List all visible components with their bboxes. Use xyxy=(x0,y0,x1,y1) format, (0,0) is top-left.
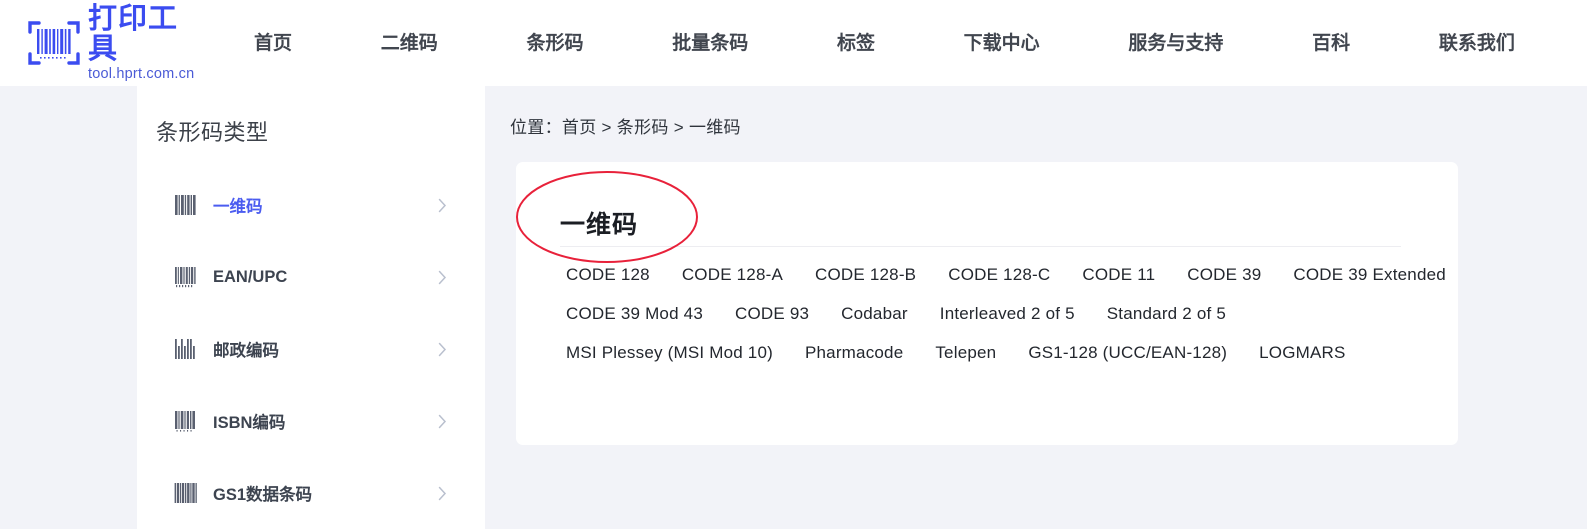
page-title: 一维码 xyxy=(560,211,639,239)
link-row: CODE 128 CODE 128-A CODE 128-B CODE 128-… xyxy=(550,265,1446,285)
chevron-right-icon xyxy=(438,198,447,212)
barcode-link-standard-2-of-5[interactable]: Standard 2 of 5 xyxy=(1107,304,1226,324)
barcode-link-code-11[interactable]: CODE 11 xyxy=(1082,265,1155,285)
sidebar-item-postal-code[interactable]: 邮政编码 xyxy=(137,313,485,385)
sidebar-title: 条形码类型 xyxy=(156,120,269,145)
barcode-link-code-128-b[interactable]: CODE 128-B xyxy=(815,265,916,285)
chevron-right-icon xyxy=(438,486,447,500)
sidebar-item-gs1-databar[interactable]: GS1数据条码 xyxy=(137,457,485,529)
content-card: 一维码 CODE 128 CODE 128-A CODE 128-B CODE … xyxy=(516,162,1458,445)
page-root: 打印工具 tool.hprt.com.cn 首页 二维码 条形码 批量条码 标签… xyxy=(0,0,1587,529)
sidebar-item-label: EAN/UPC xyxy=(213,267,288,286)
sidebar: 条形码类型 一维码 EAN/UPC 邮政编码 ISBN编码 GS1数据条码 xyxy=(137,86,485,529)
barcode-icon xyxy=(175,411,195,432)
barcode-link-code-128[interactable]: CODE 128 xyxy=(566,265,650,285)
postal-barcode-icon xyxy=(175,339,195,359)
nav-item-label[interactable]: 标签 xyxy=(837,34,875,53)
barcode-icon xyxy=(175,195,196,215)
sidebar-item-label: ISBN编码 xyxy=(213,414,286,432)
site-header: 打印工具 tool.hprt.com.cn 首页 二维码 条形码 批量条码 标签… xyxy=(0,0,1587,86)
nav-item-encyclopedia[interactable]: 百科 xyxy=(1312,34,1350,53)
nav-item-contact-us[interactable]: 联系我们 xyxy=(1439,34,1515,53)
sidebar-item-isbn-code[interactable]: ISBN编码 xyxy=(137,385,485,457)
title-divider xyxy=(560,246,1401,247)
barcode-type-links: CODE 128 CODE 128-A CODE 128-B CODE 128-… xyxy=(550,265,1446,382)
site-logo[interactable]: 打印工具 tool.hprt.com.cn xyxy=(26,2,206,83)
barcode-link-code-128-a[interactable]: CODE 128-A xyxy=(682,265,783,285)
sidebar-item-ean-upc[interactable]: EAN/UPC xyxy=(137,241,485,313)
sidebar-item-list: 一维码 EAN/UPC 邮政编码 ISBN编码 GS1数据条码 xyxy=(137,169,485,529)
barcode-link-code-39-mod-43[interactable]: CODE 39 Mod 43 xyxy=(566,304,703,324)
sidebar-item-label: GS1数据条码 xyxy=(213,486,313,504)
main-navigation: 首页 二维码 条形码 批量条码 标签 下载中心 服务与支持 百科 联系我们 xyxy=(254,0,1587,86)
nav-item-batch-barcode[interactable]: 批量条码 xyxy=(672,34,748,53)
sidebar-item-label: 一维码 xyxy=(213,198,263,216)
nav-item-home[interactable]: 首页 xyxy=(254,34,292,53)
barcode-link-codabar[interactable]: Codabar xyxy=(841,304,908,324)
sidebar-item-1d-barcode[interactable]: 一维码 xyxy=(137,169,485,241)
link-row: CODE 39 Mod 43 CODE 93 Codabar Interleav… xyxy=(550,304,1430,324)
nav-item-barcode[interactable]: 条形码 xyxy=(526,34,583,53)
nav-item-service-support[interactable]: 服务与支持 xyxy=(1128,34,1223,53)
nav-item-qrcode[interactable]: 二维码 xyxy=(381,34,438,53)
barcode-link-code-39[interactable]: CODE 39 xyxy=(1187,265,1261,285)
nav-item-download-center[interactable]: 下载中心 xyxy=(964,34,1040,53)
barcode-link-logmars[interactable]: LOGMARS xyxy=(1259,343,1345,363)
barcode-icon xyxy=(175,267,196,288)
barcode-icon xyxy=(174,483,197,503)
barcode-scan-frame-icon xyxy=(28,21,80,65)
logo-subtitle: tool.hprt.com.cn xyxy=(88,66,195,83)
barcode-link-telepen[interactable]: Telepen xyxy=(935,343,996,363)
sidebar-item-label: 邮政编码 xyxy=(213,342,279,360)
logo-title: 打印工具 xyxy=(88,2,179,65)
barcode-link-code-39-extended[interactable]: CODE 39 Extended xyxy=(1293,265,1446,285)
barcode-link-code-128-c[interactable]: CODE 128-C xyxy=(948,265,1050,285)
barcode-link-code-93[interactable]: CODE 93 xyxy=(735,304,809,324)
link-row: MSI Plessey (MSI Mod 10) Pharmacode Tele… xyxy=(550,343,1430,363)
chevron-right-icon xyxy=(438,270,447,284)
chevron-right-icon xyxy=(438,414,447,428)
breadcrumb: 位置：首页 > 条形码 > 一维码 xyxy=(510,118,741,137)
logo-text-block: 打印工具 tool.hprt.com.cn xyxy=(88,2,206,83)
barcode-link-msi-plessey[interactable]: MSI Plessey (MSI Mod 10) xyxy=(566,343,773,363)
chevron-right-icon xyxy=(438,342,447,356)
barcode-link-pharmacode[interactable]: Pharmacode xyxy=(805,343,903,363)
barcode-link-interleaved-2-of-5[interactable]: Interleaved 2 of 5 xyxy=(940,304,1075,324)
barcode-link-gs1-128[interactable]: GS1-128 (UCC/EAN-128) xyxy=(1028,343,1227,363)
